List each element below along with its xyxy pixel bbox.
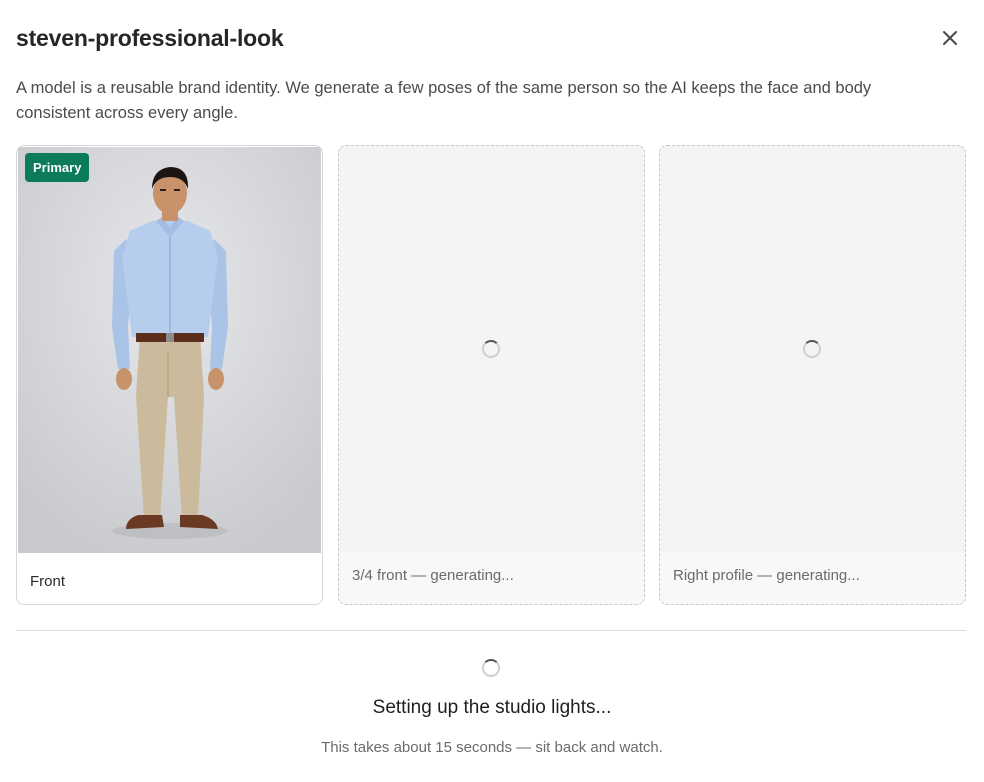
model-photo-front [18, 147, 321, 553]
pose-label-three-quarter-front: 3/4 front — generating... [352, 567, 514, 584]
pose-label-front: Front [30, 573, 66, 590]
primary-badge: Primary [25, 153, 90, 182]
close-button[interactable] [936, 24, 964, 52]
dialog-description: A model is a reusable brand identity. We… [16, 79, 872, 122]
status-title: Setting up the studio lights... [372, 697, 612, 718]
pose-card-front[interactable]: Primary Front [16, 145, 323, 605]
close-icon [943, 31, 957, 45]
spinner-icon [803, 340, 821, 358]
status-subtitle: This takes about 15 seconds — sit back a… [321, 739, 663, 756]
dialog-title: steven-professional-look [16, 25, 284, 51]
pose-card-right-profile: Right profile — generating... [659, 145, 966, 605]
pose-label-right-profile: Right profile — generating... [673, 567, 860, 584]
create-model-dialog: steven-professional-look A model is a re… [0, 0, 984, 782]
spinner-icon [482, 659, 500, 677]
section-divider [16, 630, 966, 631]
pose-card-three-quarter-front: 3/4 front — generating... [338, 145, 645, 605]
spinner-icon [482, 340, 500, 358]
